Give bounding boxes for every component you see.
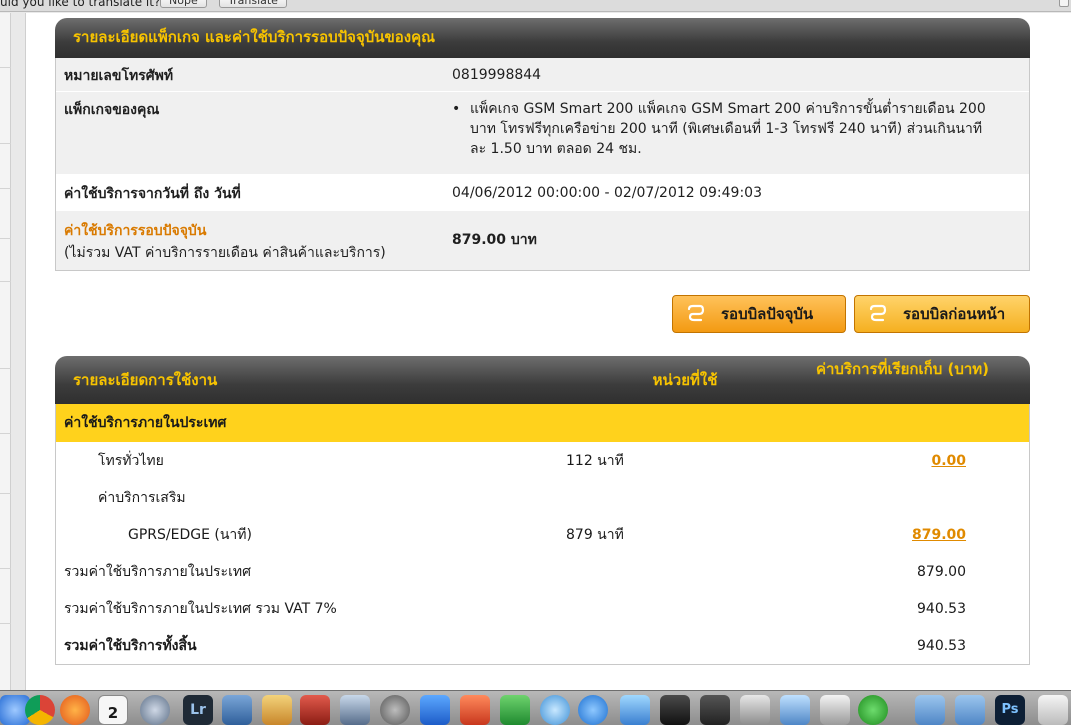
- safari-icon[interactable]: [540, 695, 570, 725]
- preview-icon[interactable]: [262, 695, 292, 725]
- applications-folder-icon[interactable]: [915, 695, 945, 725]
- period-label: ค่าใช้บริการจากวันที่ ถึง วันที่: [64, 186, 241, 202]
- photos-icon[interactable]: [222, 695, 252, 725]
- sidebar-divider: [0, 281, 11, 282]
- table-row: โทรทั่วไทย 112 นาที 0.00: [56, 442, 1029, 479]
- sidebar-divider: [0, 623, 11, 624]
- current-charge-value: 879.00 บาท: [452, 232, 537, 248]
- subtotal-label: รวมค่าใช้บริการภายในประเทศ: [64, 563, 251, 580]
- current-charge-note: (ไม่รวม VAT ค่าบริการรายเดือน ค่าสินค้าแ…: [64, 245, 386, 261]
- photo-booth-icon[interactable]: [740, 695, 770, 725]
- category-row: ค่าใช้บริการภายในประเทศ: [56, 404, 1029, 442]
- package-panel-title: รายละเอียดแพ็กเกจ และค่าใช้บริการรอบปัจจ…: [55, 18, 1030, 58]
- phone-row: หมายเลขโทรศัพท์ 0819998844: [56, 58, 1029, 91]
- calendar-icon[interactable]: 2: [98, 695, 128, 725]
- sidebar-divider: [0, 188, 11, 189]
- powerpoint-icon[interactable]: [460, 695, 490, 725]
- stickies-icon[interactable]: [340, 695, 370, 725]
- total-value: 940.53: [917, 637, 966, 654]
- bill-icon: [869, 304, 887, 322]
- trash-icon[interactable]: [1038, 695, 1068, 725]
- table-row: ค่าบริการเสริม: [56, 479, 1029, 516]
- messenger-icon[interactable]: [620, 695, 650, 725]
- previous-bill-button[interactable]: รอบบิลก่อนหน้า: [854, 295, 1030, 333]
- current-bill-label: รอบบิลปัจจุบัน: [721, 305, 814, 323]
- chrome-icon[interactable]: [25, 695, 55, 725]
- webcam-icon[interactable]: [140, 695, 170, 725]
- lightroom-icon[interactable]: Lr: [183, 695, 213, 725]
- subtotal-value: 879.00: [917, 563, 966, 580]
- package-row: แพ็กเกจของคุณ • แพ็คเกจ GSM Smart 200 แพ…: [56, 91, 1029, 174]
- period-row: ค่าใช้บริการจากวันที่ ถึง วันที่ 04/06/2…: [56, 174, 1029, 211]
- total-row: รวมค่าใช้บริการทั้งสิ้น 940.53: [56, 627, 1029, 664]
- vat-label: รวมค่าใช้บริการภายในประเทศ รวม VAT 7%: [64, 600, 337, 617]
- current-charge-label: ค่าใช้บริการรอบปัจจุบัน: [64, 223, 207, 239]
- video-icon[interactable]: [660, 695, 690, 725]
- current-bill-button[interactable]: รอบบิลปัจจุบัน: [672, 295, 846, 333]
- system-prefs-icon[interactable]: [380, 695, 410, 725]
- period-value: 04/06/2012 00:00:00 - 02/07/2012 09:49:0…: [452, 185, 762, 201]
- sidebar-divider: [0, 568, 11, 569]
- row-label: ค่าบริการเสริม: [98, 489, 186, 506]
- excel-icon[interactable]: [500, 695, 530, 725]
- film-icon[interactable]: [300, 695, 330, 725]
- dock: 2 Lr Ps: [0, 690, 1071, 725]
- utility-icon[interactable]: [780, 695, 810, 725]
- bill-icon: [687, 304, 705, 322]
- dvd-player-icon[interactable]: [820, 695, 850, 725]
- sidebar-divider: [0, 67, 11, 68]
- sidebar-strip: [0, 13, 11, 690]
- total-label: รวมค่าใช้บริการทั้งสิ้น: [64, 637, 197, 654]
- nope-button[interactable]: Nope: [160, 0, 207, 8]
- phone-value: 0819998844: [452, 67, 542, 83]
- col-detail-header: รายละเอียดการใช้งาน: [73, 371, 218, 389]
- row-units: 112 นาที: [566, 452, 624, 469]
- package-label: แพ็กเกจของคุณ: [64, 102, 160, 118]
- photoshop-icon[interactable]: Ps: [995, 695, 1025, 725]
- row-units: 879 นาที: [566, 526, 624, 543]
- camera-icon[interactable]: [700, 695, 730, 725]
- word-icon[interactable]: [420, 695, 450, 725]
- utorrent-icon[interactable]: [858, 695, 888, 725]
- usage-table-body: ค่าใช้บริการภายในประเทศ โทรทั่วไทย 112 น…: [55, 404, 1030, 665]
- table-row: GPRS/EDGE (นาที) 879 นาที 879.00: [56, 516, 1029, 553]
- package-details-panel: รายละเอียดแพ็กเกจ และค่าใช้บริการรอบปัจจ…: [55, 18, 1030, 271]
- sidebar-divider: [0, 368, 11, 369]
- row-label: โทรทั่วไทย: [98, 452, 164, 469]
- skype-icon[interactable]: [578, 695, 608, 725]
- sidebar-divider: [0, 238, 11, 239]
- sidebar-divider: [0, 143, 11, 144]
- translate-bar: uld you like to translate it? Nope Trans…: [0, 0, 1071, 12]
- translate-button[interactable]: Translate: [219, 0, 287, 8]
- package-value: แพ็คเกจ GSM Smart 200 แพ็คเกจ GSM Smart …: [470, 101, 986, 157]
- previous-bill-label: รอบบิลก่อนหน้า: [903, 305, 1006, 323]
- firefox-icon[interactable]: [60, 695, 90, 725]
- vat-value: 940.53: [917, 600, 966, 617]
- current-charge-row: ค่าใช้บริการรอบปัจจุบัน (ไม่รวม VAT ค่าบ…: [56, 211, 1029, 270]
- subtotal-row: รวมค่าใช้บริการภายในประเทศ 879.00: [56, 553, 1029, 590]
- documents-folder-icon[interactable]: [955, 695, 985, 725]
- main-content: รายละเอียดแพ็กเกจ และค่าใช้บริการรอบปัจจ…: [25, 13, 1071, 690]
- package-panel-body: หมายเลขโทรศัพท์ 0819998844 แพ็กเกจของคุณ…: [55, 58, 1030, 271]
- usage-details-panel: รายละเอียดการใช้งาน หน่วยที่ใช้ ค่าบริกา…: [55, 356, 1030, 665]
- usage-table-header: รายละเอียดการใช้งาน หน่วยที่ใช้ ค่าบริกา…: [55, 356, 1030, 404]
- row-amount-link[interactable]: 0.00: [912, 453, 966, 469]
- col-charge-header: ค่าบริการที่เรียกเก็บ (บาท): [815, 360, 990, 378]
- vat-row: รวมค่าใช้บริการภายในประเทศ รวม VAT 7% 94…: [56, 590, 1029, 627]
- bullet-icon: •: [452, 101, 461, 117]
- row-amount-link[interactable]: 879.00: [912, 527, 966, 543]
- sidebar-divider: [0, 433, 11, 434]
- sidebar-divider: [0, 493, 11, 494]
- phone-label: หมายเลขโทรศัพท์: [64, 68, 174, 84]
- row-label: GPRS/EDGE (นาที): [128, 526, 252, 543]
- close-translate-icon[interactable]: [1059, 0, 1069, 7]
- translate-prompt: uld you like to translate it?: [0, 0, 161, 9]
- col-units-header: หน่วยที่ใช้: [652, 371, 718, 389]
